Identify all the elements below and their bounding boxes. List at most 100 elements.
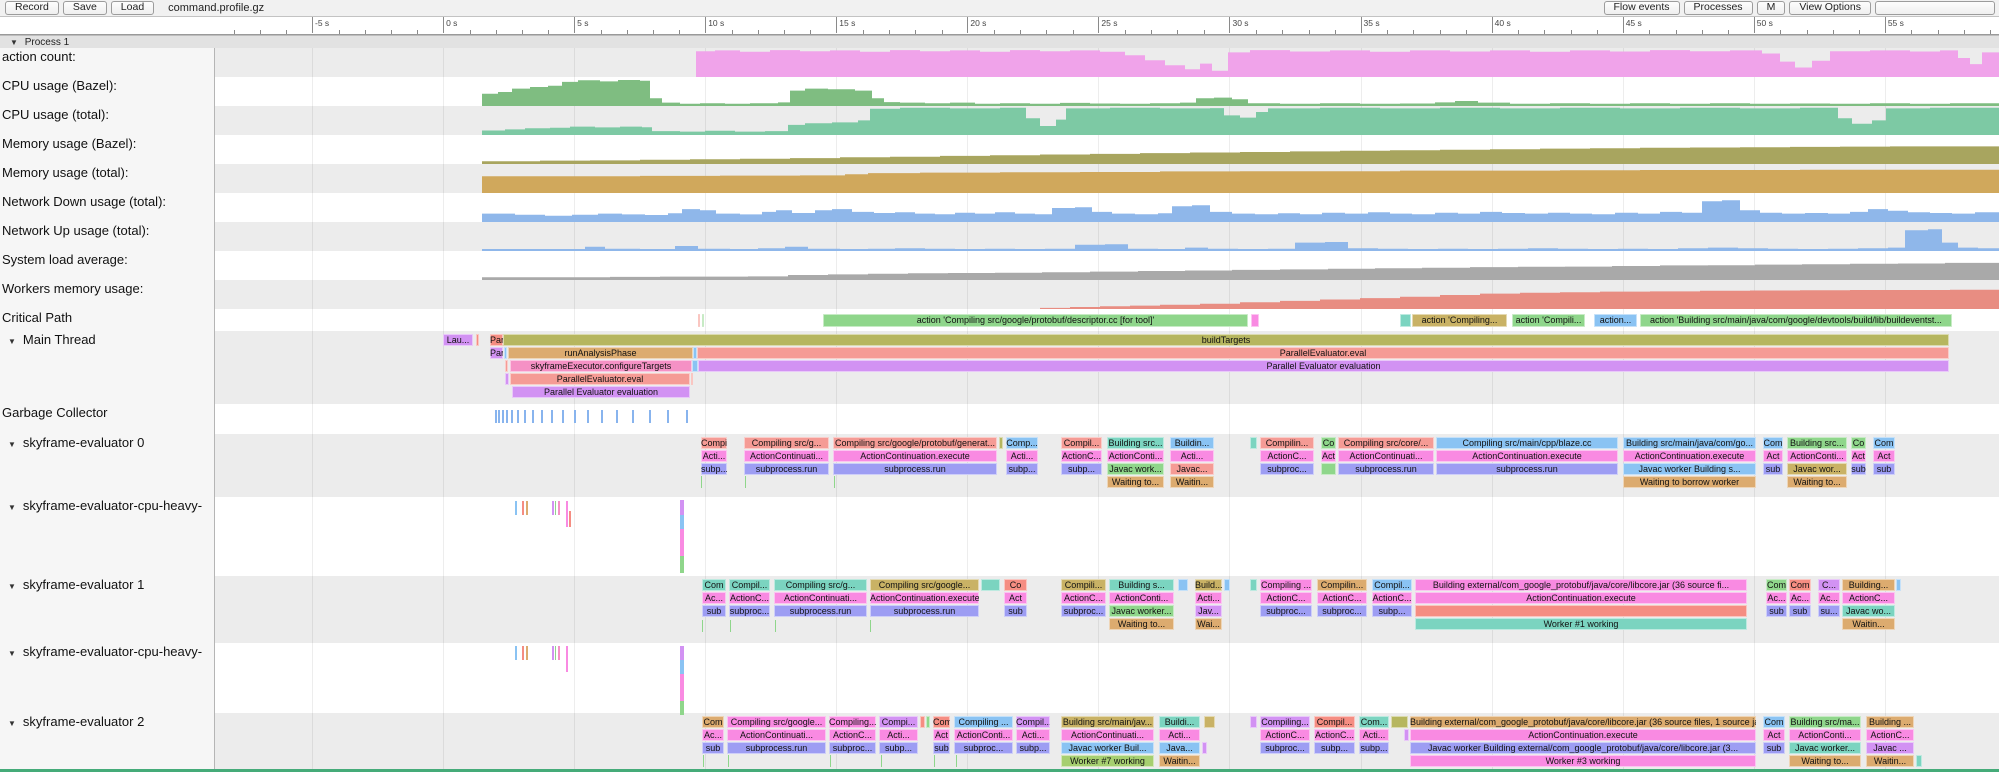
event-tick[interactable] bbox=[555, 501, 556, 515]
event-block[interactable]: Waitin... bbox=[1866, 755, 1914, 767]
event-block[interactable]: Par bbox=[490, 347, 503, 359]
toolbar-button-record[interactable]: Record bbox=[5, 1, 59, 15]
event-block[interactable]: ActionC... bbox=[1260, 592, 1312, 604]
event-block[interactable]: Ac... bbox=[1766, 592, 1787, 604]
event-block[interactable]: ActionContinuation.execute bbox=[870, 592, 979, 604]
event-tick[interactable] bbox=[870, 620, 871, 632]
event-block[interactable] bbox=[920, 716, 925, 728]
event-block[interactable]: Com bbox=[1766, 579, 1787, 591]
event-tick[interactable] bbox=[745, 476, 746, 488]
event-block[interactable] bbox=[698, 314, 700, 327]
network-up-chart[interactable] bbox=[215, 223, 1999, 251]
event-block[interactable]: Com bbox=[1763, 716, 1785, 728]
event-block[interactable]: Compiling src/g... bbox=[774, 579, 867, 591]
event-block[interactable]: Waiting to borrow worker bbox=[1623, 476, 1756, 488]
event-tick[interactable] bbox=[569, 511, 571, 527]
system-load-chart[interactable] bbox=[215, 252, 1999, 280]
event-tick[interactable] bbox=[541, 410, 543, 423]
event-block[interactable] bbox=[1251, 314, 1259, 327]
event-block[interactable]: Compi... bbox=[879, 716, 918, 728]
event-block[interactable]: Building external/com_google_protobuf/ja… bbox=[1410, 716, 1756, 728]
event-block[interactable]: subp... bbox=[879, 742, 918, 754]
event-block[interactable]: Act bbox=[1763, 729, 1785, 741]
event-block[interactable]: ActionContinuati... bbox=[727, 729, 826, 741]
event-tick[interactable] bbox=[526, 646, 528, 660]
event-block[interactable] bbox=[1391, 716, 1408, 728]
event-block[interactable]: Building src... bbox=[1787, 437, 1847, 449]
event-block[interactable]: action 'Compiling src/google/protobuf/de… bbox=[823, 314, 1248, 327]
event-block[interactable]: Acti... bbox=[1016, 729, 1050, 741]
event-block[interactable]: subprocess.run bbox=[744, 463, 829, 475]
event-tick[interactable] bbox=[562, 410, 564, 423]
event-block[interactable]: Compil... bbox=[701, 437, 727, 449]
event-block[interactable]: C... bbox=[1818, 579, 1840, 591]
event-tick[interactable] bbox=[616, 410, 618, 423]
event-block[interactable]: Compilin... bbox=[1317, 579, 1367, 591]
event-tick[interactable] bbox=[649, 410, 651, 423]
event-tick[interactable] bbox=[632, 410, 634, 423]
event-block[interactable]: ActionC... bbox=[1317, 592, 1367, 604]
event-block[interactable]: subp... bbox=[1006, 463, 1038, 475]
event-block[interactable] bbox=[926, 716, 930, 728]
event-tick[interactable] bbox=[680, 674, 684, 701]
event-block[interactable]: Waiting to... bbox=[1107, 476, 1164, 488]
event-block[interactable]: Jav... bbox=[1195, 605, 1222, 617]
event-block[interactable]: Buildin... bbox=[1170, 437, 1214, 449]
event-block[interactable]: ActionContinuation.execute bbox=[1436, 450, 1618, 462]
event-block[interactable]: Ac... bbox=[1818, 592, 1840, 604]
event-tick[interactable] bbox=[702, 620, 703, 632]
event-block[interactable]: buildTargets bbox=[503, 334, 1949, 346]
event-block[interactable]: Waitin... bbox=[1170, 476, 1214, 488]
track-label-main-thread[interactable]: ▼Main Thread bbox=[0, 332, 214, 349]
toolbar-button-load[interactable]: Load bbox=[111, 1, 154, 15]
event-block[interactable]: subp... bbox=[1314, 742, 1355, 754]
event-block[interactable]: Compiling src/core/... bbox=[1338, 437, 1434, 449]
event-tick[interactable] bbox=[574, 410, 576, 423]
event-block[interactable]: Javac worker Buil... bbox=[1061, 742, 1154, 754]
event-block[interactable]: Acti... bbox=[1359, 729, 1389, 741]
event-block[interactable]: subp... bbox=[1372, 605, 1412, 617]
event-block[interactable]: Act bbox=[1763, 450, 1783, 462]
event-block[interactable]: Javac wor... bbox=[1787, 463, 1847, 475]
event-tick[interactable] bbox=[522, 501, 524, 515]
event-block[interactable] bbox=[1224, 579, 1230, 591]
event-block[interactable] bbox=[1202, 742, 1207, 754]
event-block[interactable]: subp... bbox=[701, 463, 727, 475]
event-block[interactable]: sub bbox=[1851, 463, 1866, 475]
event-tick[interactable] bbox=[587, 410, 589, 423]
event-block[interactable]: sub bbox=[1873, 463, 1895, 475]
event-block[interactable] bbox=[1250, 437, 1257, 449]
event-block[interactable]: subprocess.run bbox=[1338, 463, 1434, 475]
network-down-chart[interactable] bbox=[215, 194, 1999, 222]
event-tick[interactable] bbox=[834, 476, 835, 488]
event-block[interactable]: Com bbox=[1873, 437, 1895, 449]
event-block[interactable]: subprocess.run bbox=[1436, 463, 1618, 475]
event-block[interactable]: Compil... bbox=[1061, 437, 1102, 449]
event-tick[interactable] bbox=[956, 755, 957, 767]
event-block[interactable]: subprocess.run bbox=[870, 605, 979, 617]
event-block[interactable]: Act bbox=[1873, 450, 1895, 462]
event-block[interactable]: Worker #3 working bbox=[1410, 755, 1756, 767]
event-tick[interactable] bbox=[566, 501, 568, 527]
event-tick[interactable] bbox=[551, 410, 553, 423]
event-block[interactable]: Acti... bbox=[1159, 729, 1200, 741]
event-block[interactable]: Javac ... bbox=[1866, 742, 1914, 754]
event-block[interactable]: Waiting to... bbox=[1789, 755, 1861, 767]
event-block[interactable]: subproc... bbox=[729, 605, 770, 617]
event-block[interactable]: ParallelEvaluator.eval bbox=[697, 347, 1949, 359]
timeline-ruler[interactable]: -5 s0 s5 s10 s15 s20 s25 s30 s35 s40 s45… bbox=[0, 17, 1999, 35]
event-tick[interactable] bbox=[552, 646, 554, 660]
event-block[interactable]: Act bbox=[1851, 450, 1866, 462]
event-block[interactable] bbox=[1404, 729, 1409, 741]
event-tick[interactable] bbox=[524, 410, 526, 423]
event-block[interactable]: Build... bbox=[1195, 579, 1222, 591]
event-block[interactable]: Ac... bbox=[702, 729, 724, 741]
event-block[interactable]: sub bbox=[1004, 605, 1027, 617]
event-block[interactable]: sub bbox=[1766, 605, 1787, 617]
event-block[interactable]: Waiting to... bbox=[1787, 476, 1847, 488]
event-block[interactable]: Com bbox=[1789, 579, 1811, 591]
event-block[interactable]: sub bbox=[702, 742, 724, 754]
event-block[interactable]: Lau... bbox=[443, 334, 473, 346]
workers-memory-chart[interactable] bbox=[215, 281, 1999, 309]
event-tick[interactable] bbox=[495, 410, 497, 423]
